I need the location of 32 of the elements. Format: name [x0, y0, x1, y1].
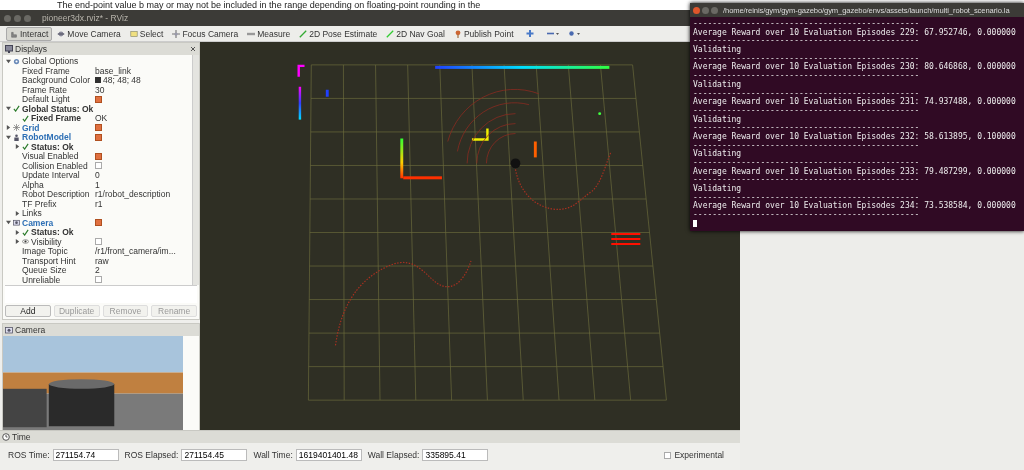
- terminal-line: Average Reward over 10 Evaluation Episodes 229: 67.952746, 0.000000: [693, 28, 1017, 38]
- panel-title: Time: [12, 432, 31, 442]
- terminal-line: Average Reward over 10 Evaluation Episodes 232: 58.613895, 0.100000: [693, 132, 1017, 142]
- terminal-line: Average Reward over 10 Evaluation Episodes 231: 74.937488, 0.000000: [693, 98, 1017, 107]
- panel-title: Displays: [15, 44, 48, 54]
- terminal-line: -----------------------------------------------: [693, 37, 921, 46]
- terminal-line: -----------------------------------------------: [693, 124, 921, 133]
- terminal-line: Validating: [693, 80, 743, 90]
- terminal-line: -----------------------------------------------: [693, 193, 921, 202]
- terminal-line: -----------------------------------------------: [693, 89, 921, 98]
- terminal-line: Validating: [693, 115, 743, 125]
- panel-title: Camera: [15, 325, 46, 335]
- terminal-line: Validating: [693, 150, 743, 159]
- terminal-line: -----------------------------------------------: [693, 211, 921, 220]
- terminal-line: Validating: [693, 185, 743, 194]
- field-label: ROS Time:: [8, 450, 50, 460]
- terminal-line: -----------------------------------------------: [693, 20, 921, 28]
- field-label: Wall Time:: [253, 450, 293, 460]
- terminal-line: Average Reward over 10 Evaluation Episodes 233: 79.487299, 0.000000: [693, 167, 1017, 177]
- terminal-line: Average Reward over 10 Evaluation Episodes 230: 80.646868, 0.000000: [693, 63, 1017, 73]
- field-label: Wall Elapsed:: [367, 450, 420, 460]
- field-label: ROS Elapsed:: [124, 450, 179, 460]
- terminal-line: Average Reward over 10 Evaluation Episodes 234: 73.538584, 0.000000: [693, 202, 1017, 212]
- terminal-line: -----------------------------------------------: [693, 72, 921, 81]
- terminal-line: -----------------------------------------------: [693, 176, 921, 185]
- terminal-line: Validating: [693, 46, 743, 55]
- window-title: pioneer3dx.rviz* - RViz: [42, 13, 129, 23]
- terminal-line: -----------------------------------------------: [693, 106, 921, 115]
- checkbox-label: Experimental: [674, 450, 724, 460]
- terminal-line: -----------------------------------------------: [693, 54, 921, 63]
- terminal-line: -----------------------------------------------: [693, 159, 921, 167]
- terminal-line: -----------------------------------------------: [693, 141, 921, 150]
